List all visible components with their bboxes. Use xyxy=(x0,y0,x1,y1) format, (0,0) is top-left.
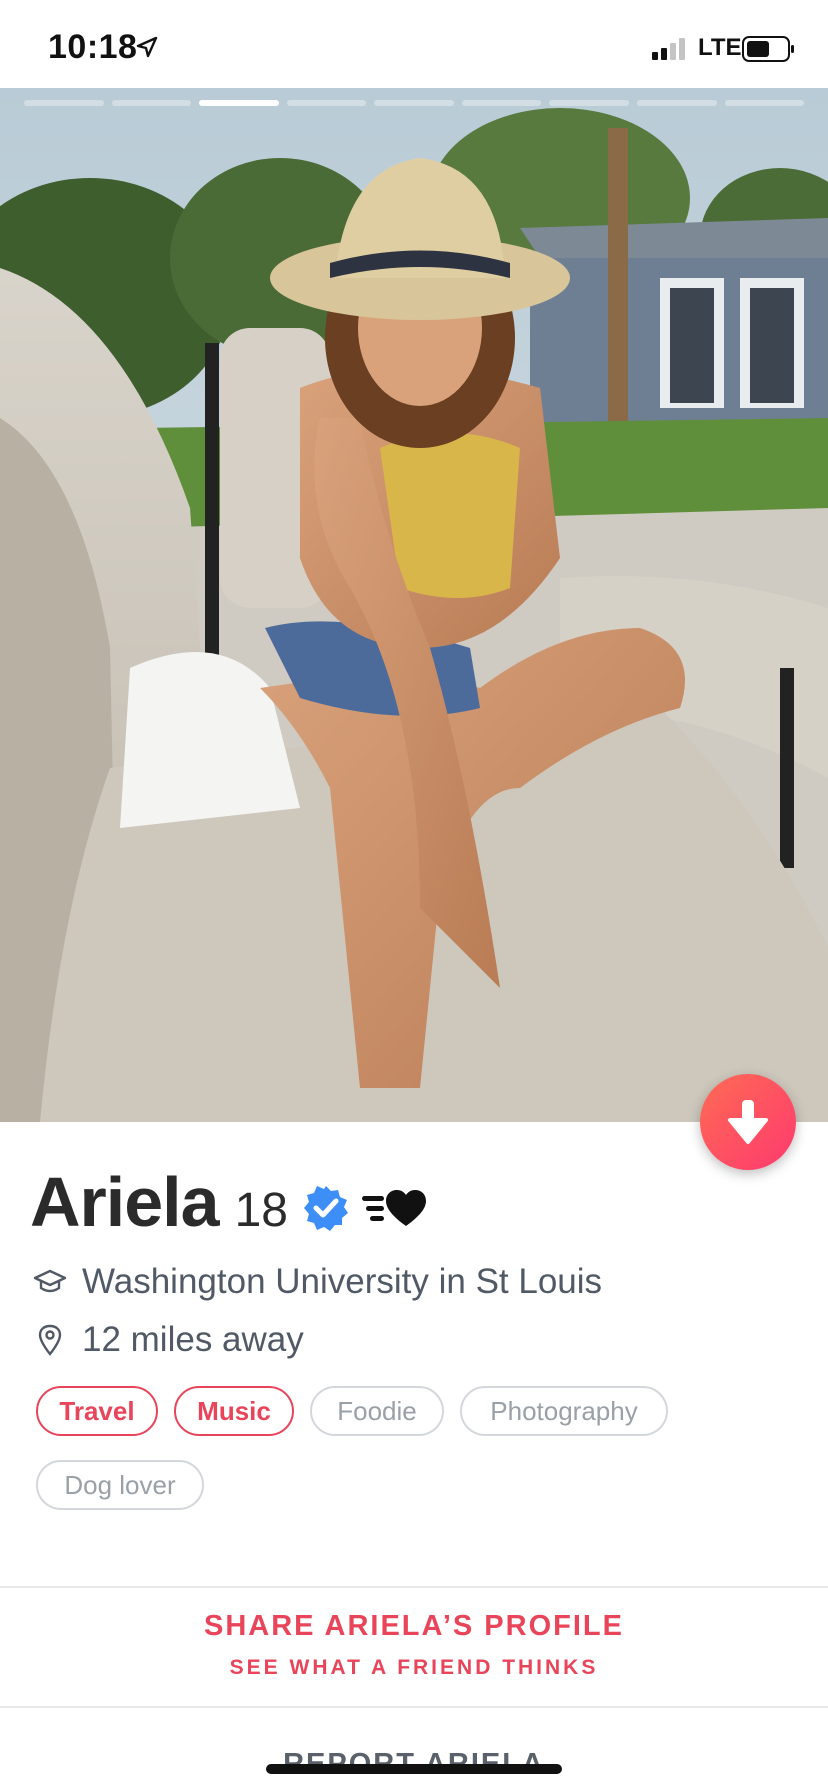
interest-tag-foodie[interactable]: Foodie xyxy=(310,1386,444,1436)
status-bar: 10:18 LTE xyxy=(0,0,828,88)
school-name: Washington University in St Louis xyxy=(82,1262,603,1301)
profile-age: 18 xyxy=(234,1184,288,1237)
share-profile-title: SHARE ARIELA’S PROFILE xyxy=(204,1610,624,1642)
profile-name: Ariela xyxy=(30,1163,220,1241)
photo-progress-segment xyxy=(374,100,454,106)
photo-progress-segment xyxy=(24,100,104,106)
profile-photo[interactable] xyxy=(0,88,828,1122)
photo-progress-segment xyxy=(286,100,367,106)
graduation-cap-icon xyxy=(30,1262,70,1302)
share-profile-subtitle: SEE WHAT A FRIEND THINKS xyxy=(229,1656,599,1679)
distance-row: 12 miles away xyxy=(30,1320,304,1360)
home-indicator[interactable] xyxy=(266,1764,562,1774)
verified-badge-icon[interactable] xyxy=(302,1184,350,1237)
network-type: LTE xyxy=(698,34,742,61)
interest-tag-photography[interactable]: Photography xyxy=(460,1386,668,1436)
photo-progress-segment xyxy=(724,100,805,106)
photo-progress-segment xyxy=(636,100,717,106)
battery-icon xyxy=(742,36,796,67)
distance-text: 12 miles away xyxy=(82,1320,304,1359)
arrow-down-icon xyxy=(728,1100,768,1144)
photo-progress-indicator xyxy=(24,100,805,106)
photo-progress-segment xyxy=(461,100,542,106)
location-arrow-icon xyxy=(136,36,158,63)
location-pin-icon xyxy=(30,1320,70,1360)
interest-tag-travel[interactable]: Travel xyxy=(36,1386,158,1436)
profile-name-row: Ariela 18 xyxy=(30,1162,432,1242)
status-time: 10:18 xyxy=(48,28,138,66)
swipe-surge-heart-icon xyxy=(361,1186,432,1235)
interest-tag-dog-lover[interactable]: Dog lover xyxy=(36,1460,204,1510)
interest-tag-music[interactable]: Music xyxy=(174,1386,294,1436)
signal-bars-icon xyxy=(652,38,690,65)
divider xyxy=(0,1706,828,1708)
photo-progress-segment xyxy=(549,100,629,106)
collapse-profile-button[interactable] xyxy=(700,1074,796,1170)
photo-progress-segment xyxy=(111,100,192,106)
share-profile-button[interactable]: SHARE ARIELA’S PROFILE SEE WHAT A FRIEND… xyxy=(0,1588,828,1706)
school-row: Washington University in St Louis xyxy=(30,1262,602,1302)
photo-progress-segment-active xyxy=(199,100,279,106)
